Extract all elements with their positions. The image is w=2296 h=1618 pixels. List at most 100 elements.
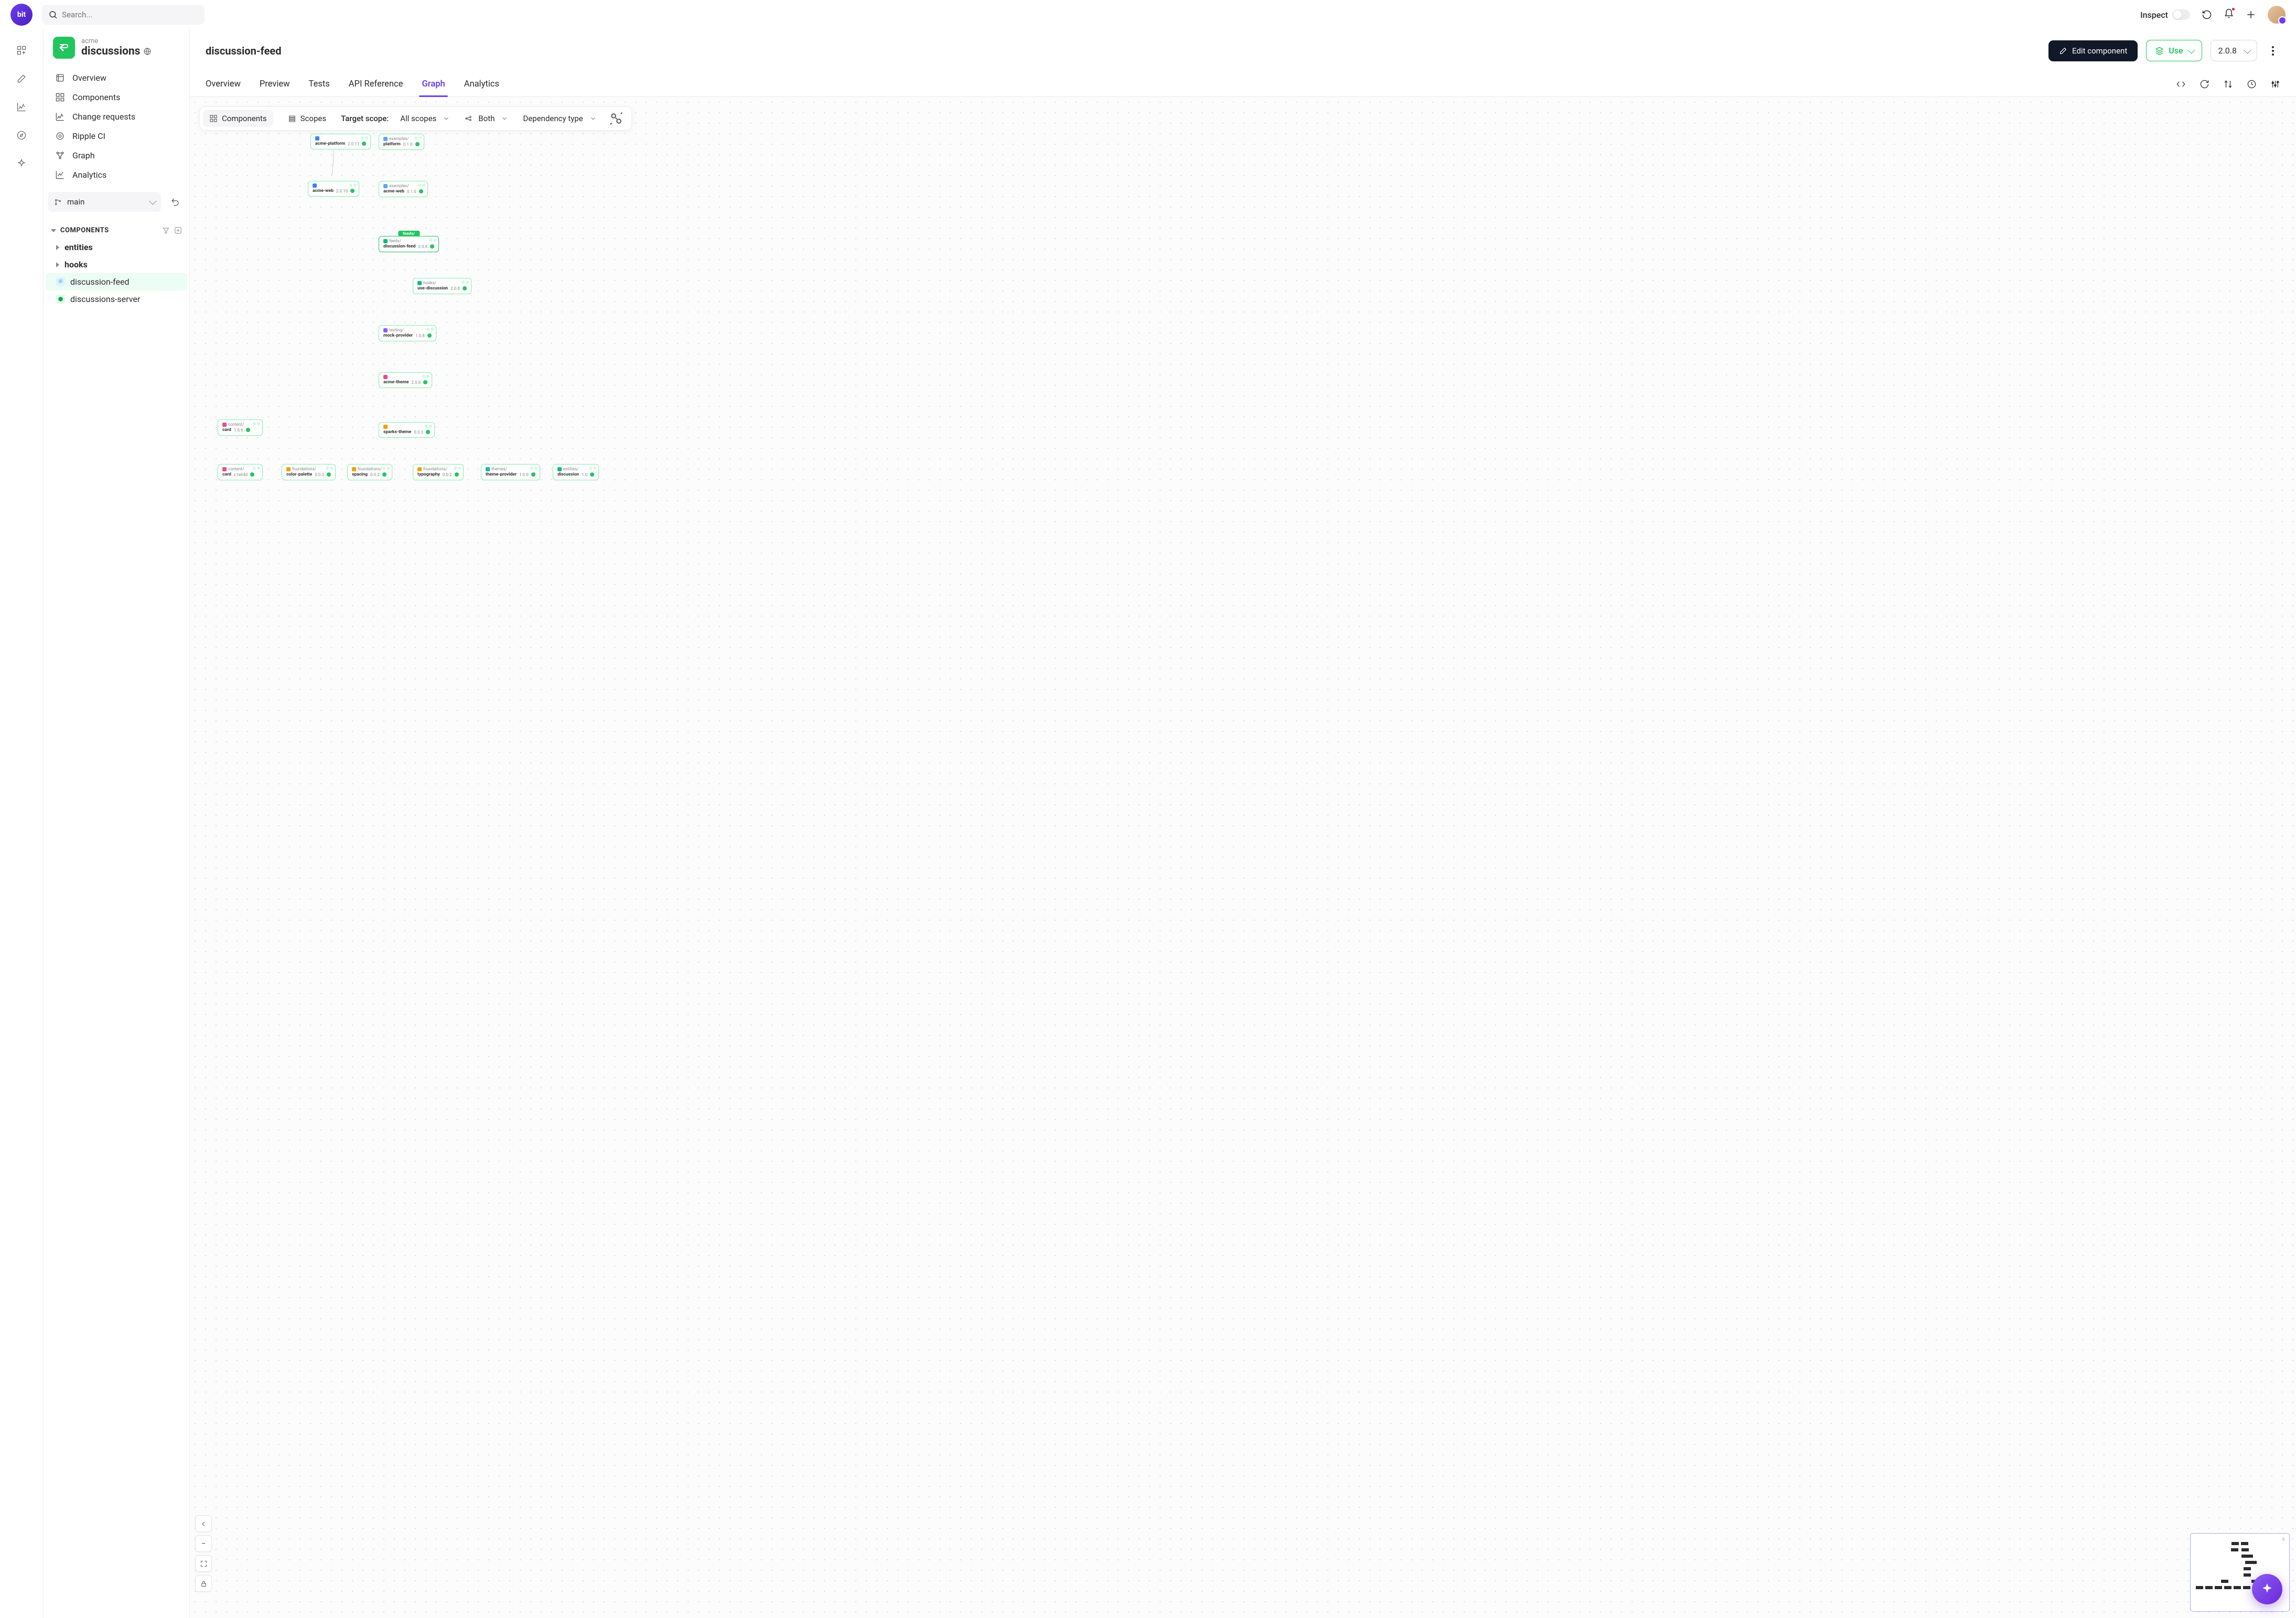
graph-node[interactable]: content/card 1.0.6	[218, 419, 263, 436]
graph-node[interactable]: sparks-theme 0.0.3	[379, 422, 435, 438]
rail-edit-icon[interactable]	[16, 73, 27, 84]
graph-node[interactable]: foundations/color-palette 0.0.3	[282, 464, 336, 480]
tab-tests[interactable]: Tests	[309, 72, 330, 96]
graph-node[interactable]: content/card c1e64d	[218, 464, 263, 480]
sidebar: acme discussions Overview Components Cha…	[43, 29, 190, 1618]
rail-pulse-icon[interactable]	[16, 102, 27, 112]
code-icon[interactable]	[2176, 79, 2186, 89]
plus-icon[interactable]	[2246, 9, 2256, 20]
graph-node[interactable]: acme-web 2.0.10	[308, 181, 359, 197]
search-input[interactable]	[62, 10, 198, 19]
settings-icon[interactable]	[2270, 79, 2280, 89]
tab-action-icons	[2176, 79, 2280, 89]
graph-node[interactable]: themes/theme-provider 1.0.0	[481, 464, 540, 480]
graph-node[interactable]: examples/platform 0.1.0	[379, 134, 424, 150]
seg-components[interactable]: Components	[203, 110, 273, 127]
graph-canvas[interactable]: Components Scopes Target scope: All scop…	[190, 97, 2296, 1618]
graph-node[interactable]: acme-theme 2.0.6	[379, 372, 432, 388]
version-selector[interactable]: 2.0.8	[2211, 40, 2257, 61]
search-icon	[48, 9, 58, 20]
direction-dropdown[interactable]: Both	[462, 114, 511, 123]
tab-preview[interactable]: Preview	[260, 72, 290, 96]
scope-name: discussions	[81, 46, 152, 58]
graph-node[interactable]: foundations/typography 0.0.2	[413, 464, 464, 480]
reload-icon[interactable]	[2200, 79, 2209, 89]
minimap-handle-icon[interactable]: ≡	[2282, 1537, 2285, 1543]
component-tabs: Overview Preview Tests API Reference Gra…	[190, 72, 2296, 97]
dependency-type-dropdown[interactable]: Dependency type	[520, 114, 599, 123]
scope-nav: Overview Components Change requests Ripp…	[44, 64, 189, 192]
nav-overview[interactable]: Overview	[48, 68, 185, 88]
chevron-down-icon	[2244, 46, 2251, 53]
graph-node[interactable]: entities/discussion 1.0	[553, 464, 599, 480]
tree-folder-entities[interactable]: entities	[46, 239, 187, 256]
globe-icon	[143, 47, 152, 56]
nav-analytics[interactable]: Analytics	[48, 165, 185, 185]
undo-button[interactable]	[165, 192, 185, 212]
tab-overview[interactable]: Overview	[206, 72, 241, 96]
node-env-icon	[56, 295, 65, 304]
tab-graph[interactable]: Graph	[422, 72, 445, 96]
rail-grid-icon[interactable]	[16, 45, 27, 56]
tab-api-reference[interactable]: API Reference	[349, 72, 403, 96]
branch-selector[interactable]: main	[48, 192, 161, 212]
graph-node[interactable]: foundations/spacing 0.0.2	[347, 464, 392, 480]
pencil-icon	[2059, 47, 2067, 55]
zoom-lock-button[interactable]	[195, 1575, 212, 1592]
nav-components[interactable]: Components	[48, 88, 185, 107]
graph-settings-icon[interactable]	[608, 111, 624, 126]
avatar[interactable]	[2268, 6, 2286, 24]
notifications-button[interactable]	[2224, 8, 2234, 21]
graph-node[interactable]: testing/mock-provider 1.0.8	[379, 325, 436, 341]
scope-header[interactable]: acme discussions	[44, 29, 189, 64]
components-section-header[interactable]: COMPONENTS	[44, 219, 189, 239]
edit-component-button[interactable]: Edit component	[2048, 40, 2138, 61]
branch-icon	[54, 198, 62, 206]
component-header: discussion-feed Edit component Use 2.0.8	[190, 29, 2296, 61]
graph-node[interactable]: feeds/discussion-feed 2.0.8	[379, 236, 439, 252]
graph-node[interactable]: examples/acme-web 0.1.0	[379, 181, 428, 197]
section-collapse-icon	[51, 229, 56, 232]
brand-logo[interactable]: bit	[10, 4, 33, 26]
tab-analytics[interactable]: Analytics	[464, 72, 499, 96]
chevron-down-icon	[149, 198, 156, 205]
history-icon[interactable]	[2247, 79, 2257, 89]
icon-rail	[0, 29, 43, 1618]
graph-node[interactable]: hooks/use-discussion 2.0.8	[413, 278, 471, 294]
search-container[interactable]	[42, 5, 205, 25]
nav-graph[interactable]: Graph	[48, 146, 185, 165]
zoom-collapse-button[interactable]	[195, 1515, 212, 1532]
main-panel: discussion-feed Edit component Use 2.0.8…	[190, 29, 2296, 1618]
ai-assist-fab[interactable]	[2252, 1574, 2282, 1604]
branch-row: main	[44, 192, 189, 219]
compare-icon[interactable]	[2223, 79, 2233, 89]
chevron-down-icon	[2187, 46, 2195, 53]
add-component-icon[interactable]	[174, 226, 182, 234]
zoom-out-button[interactable]: −	[195, 1535, 212, 1552]
filter-icon[interactable]	[162, 226, 170, 234]
inspect-toggle[interactable]: Inspect	[2140, 9, 2190, 20]
target-scope-label: Target scope:	[341, 114, 389, 123]
branch-name: main	[67, 197, 84, 207]
toggle-switch[interactable]	[2172, 9, 2190, 20]
inspect-label: Inspect	[2140, 10, 2168, 20]
rail-compass-icon[interactable]	[16, 130, 27, 141]
seg-scopes[interactable]: Scopes	[282, 110, 332, 127]
more-menu-button[interactable]	[2266, 41, 2280, 61]
tree-leaf-discussions-server[interactable]: discussions-server	[46, 290, 187, 308]
nav-ripple-ci[interactable]: Ripple CI	[48, 126, 185, 146]
zoom-panel: −	[195, 1515, 212, 1592]
refresh-icon[interactable]	[2202, 9, 2212, 20]
rail-sparkle-icon[interactable]	[16, 158, 27, 169]
graph-nodes-layer: acme-platform 2.0.11 examples/platform 0…	[190, 97, 2296, 1618]
nav-change-requests[interactable]: Change requests	[48, 107, 185, 126]
graph-node[interactable]: acme-platform 2.0.11	[310, 134, 371, 149]
zoom-fit-button[interactable]	[195, 1555, 212, 1572]
page-title: discussion-feed	[206, 45, 281, 57]
tree-leaf-discussion-feed[interactable]: discussion-feed	[46, 273, 187, 290]
notification-dot	[2231, 7, 2235, 11]
react-env-icon	[56, 277, 65, 286]
tree-folder-hooks[interactable]: hooks	[46, 256, 187, 273]
use-button[interactable]: Use	[2146, 40, 2202, 61]
target-scope-dropdown[interactable]: All scopes	[397, 114, 453, 123]
